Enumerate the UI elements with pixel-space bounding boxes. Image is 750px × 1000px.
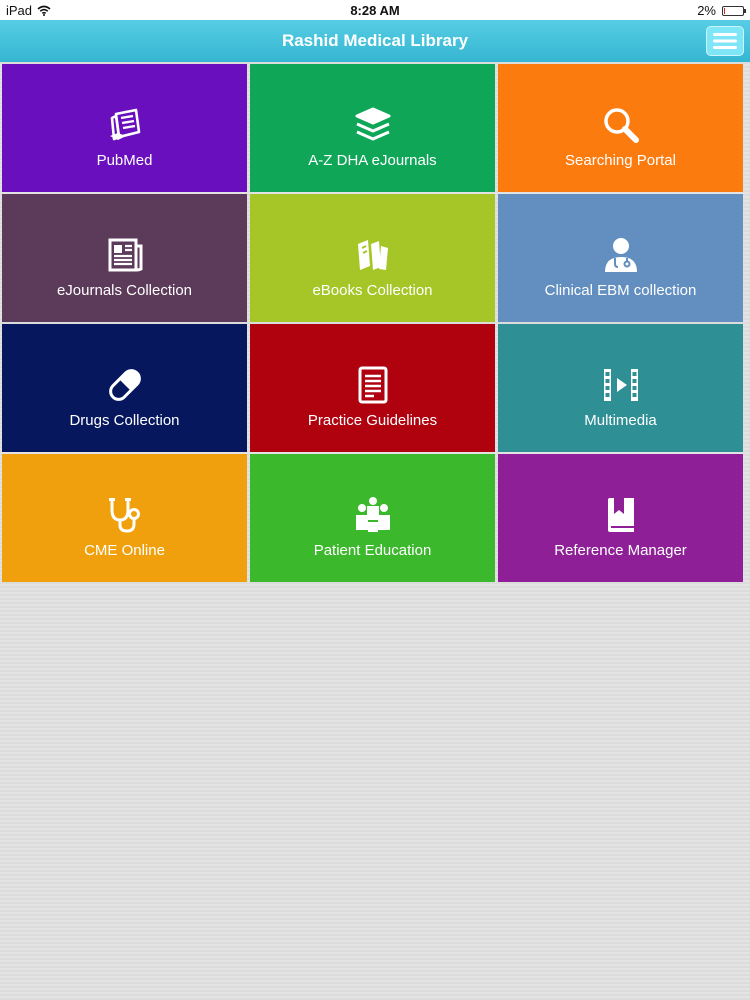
battery-level-fill: [724, 7, 725, 14]
tile-ebooks-collection[interactable]: eBooks Collection: [250, 194, 495, 322]
books-icon: [357, 240, 388, 270]
tile-label: eJournals Collection: [56, 282, 193, 299]
pubmed-icon: [109, 108, 140, 141]
tile-cme-online[interactable]: CME Online: [2, 454, 247, 582]
tile-label: Reference Manager: [554, 542, 687, 559]
status-right: 2%: [697, 3, 746, 18]
tile-pubmed[interactable]: PubMed: [2, 64, 247, 192]
tile-label: Practice Guidelines: [307, 412, 438, 429]
tile-practice-guidelines[interactable]: Practice Guidelines: [250, 324, 495, 452]
tile-drugs-collection[interactable]: Drugs Collection: [2, 324, 247, 452]
tile-multimedia[interactable]: Multimedia: [498, 324, 743, 452]
people-icon: [355, 497, 390, 532]
status-bar: iPad 8:28 AM 2%: [0, 0, 750, 20]
tile-label: Searching Portal: [565, 152, 676, 169]
bookmark-book-icon: [607, 498, 634, 532]
tile-label: Drugs Collection: [69, 412, 180, 429]
tile-label: Patient Education: [313, 542, 432, 559]
menu-grid: PubMed A-Z DHA eJournals Searching Porta…: [2, 64, 744, 582]
newspaper-icon: [108, 238, 142, 272]
tile-label: CME Online: [84, 542, 165, 559]
clock: 8:28 AM: [350, 3, 400, 18]
app-header: Rashid Medical Library: [0, 20, 750, 62]
page-title: Rashid Medical Library: [281, 31, 469, 50]
tile-reference-manager[interactable]: Reference Manager: [498, 454, 743, 582]
tile-label: PubMed: [96, 152, 153, 169]
search-icon: [603, 108, 639, 143]
film-icon: [603, 369, 638, 401]
doctor-icon: [604, 238, 637, 272]
tile-az-dha-ejournals[interactable]: A-Z DHA eJournals: [250, 64, 495, 192]
tile-searching-portal[interactable]: Searching Portal: [498, 64, 743, 192]
tile-label: eBooks Collection: [312, 282, 433, 299]
pill-icon: [108, 369, 141, 401]
document-icon: [358, 366, 387, 404]
tile-label: Clinical EBM collection: [544, 282, 697, 299]
tile-label: Multimedia: [584, 412, 657, 429]
battery-icon: [722, 5, 746, 16]
battery-percent: 2%: [697, 3, 716, 18]
tile-ejournals-collection[interactable]: eJournals Collection: [2, 194, 247, 322]
menu-button[interactable]: [706, 26, 744, 56]
tile-label: A-Z DHA eJournals: [308, 152, 437, 169]
tile-patient-education[interactable]: Patient Education: [250, 454, 495, 582]
journals-stack-icon: [355, 107, 390, 141]
stethoscope-icon: [108, 498, 140, 533]
hamburger-menu-icon: [713, 33, 737, 49]
tile-clinical-ebm-collection[interactable]: Clinical EBM collection: [498, 194, 743, 322]
